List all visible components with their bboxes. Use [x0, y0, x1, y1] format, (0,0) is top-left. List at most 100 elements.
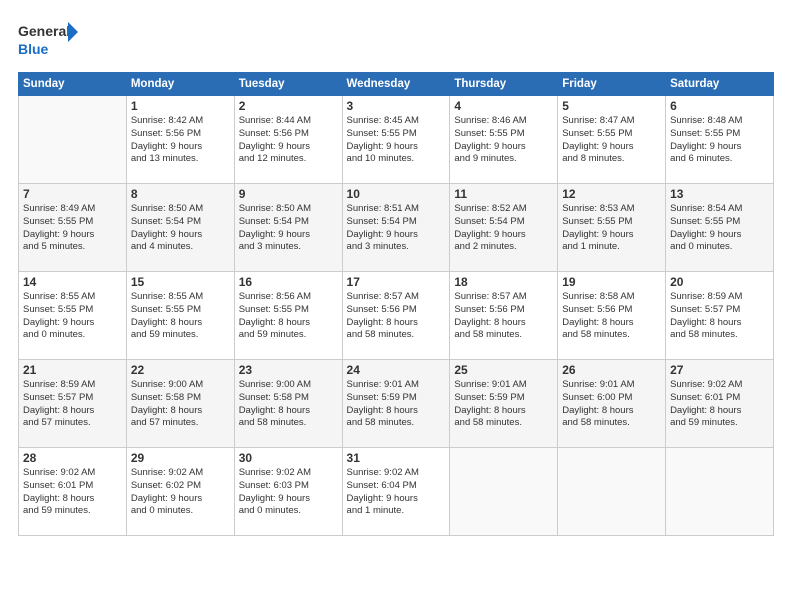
calendar-cell: 9 Sunrise: 8:50 AM Sunset: 5:54 PM Daylig…: [234, 184, 342, 272]
day-info: Sunrise: 9:01 AM Sunset: 6:00 PM Dayligh…: [562, 379, 661, 430]
day-info: Sunrise: 8:53 AM Sunset: 5:55 PM Dayligh…: [562, 203, 661, 254]
calendar-cell: 26 Sunrise: 9:01 AM Sunset: 6:00 PM Dayli…: [558, 360, 666, 448]
day-info: Sunrise: 8:58 AM Sunset: 5:56 PM Dayligh…: [562, 291, 661, 342]
day-info: Sunrise: 8:59 AM Sunset: 5:57 PM Dayligh…: [23, 379, 122, 430]
calendar-cell: 31 Sunrise: 9:02 AM Sunset: 6:04 PM Dayli…: [342, 448, 450, 536]
calendar-cell: 15 Sunrise: 8:55 AM Sunset: 5:55 PM Dayli…: [126, 272, 234, 360]
day-info: Sunrise: 8:52 AM Sunset: 5:54 PM Dayligh…: [454, 203, 553, 254]
day-info: Sunrise: 9:02 AM Sunset: 6:01 PM Dayligh…: [23, 467, 122, 518]
calendar-cell: 12 Sunrise: 8:53 AM Sunset: 5:55 PM Dayli…: [558, 184, 666, 272]
weekday-header: Wednesday: [342, 73, 450, 96]
day-number: 15: [131, 275, 230, 289]
day-number: 28: [23, 451, 122, 465]
day-info: Sunrise: 9:01 AM Sunset: 5:59 PM Dayligh…: [454, 379, 553, 430]
calendar-week-row: 7 Sunrise: 8:49 AM Sunset: 5:55 PM Daylig…: [19, 184, 774, 272]
day-number: 27: [670, 363, 769, 377]
day-info: Sunrise: 9:02 AM Sunset: 6:02 PM Dayligh…: [131, 467, 230, 518]
day-info: Sunrise: 8:51 AM Sunset: 5:54 PM Dayligh…: [347, 203, 446, 254]
calendar-cell: 7 Sunrise: 8:49 AM Sunset: 5:55 PM Daylig…: [19, 184, 127, 272]
day-number: 20: [670, 275, 769, 289]
day-number: 25: [454, 363, 553, 377]
day-info: Sunrise: 8:55 AM Sunset: 5:55 PM Dayligh…: [131, 291, 230, 342]
day-info: Sunrise: 8:57 AM Sunset: 5:56 PM Dayligh…: [347, 291, 446, 342]
logo-svg: General Blue: [18, 18, 78, 62]
day-number: 12: [562, 187, 661, 201]
calendar-cell: 28 Sunrise: 9:02 AM Sunset: 6:01 PM Dayli…: [19, 448, 127, 536]
day-info: Sunrise: 8:54 AM Sunset: 5:55 PM Dayligh…: [670, 203, 769, 254]
day-info: Sunrise: 8:50 AM Sunset: 5:54 PM Dayligh…: [239, 203, 338, 254]
day-number: 13: [670, 187, 769, 201]
day-info: Sunrise: 8:55 AM Sunset: 5:55 PM Dayligh…: [23, 291, 122, 342]
calendar-cell: [19, 96, 127, 184]
day-info: Sunrise: 8:44 AM Sunset: 5:56 PM Dayligh…: [239, 115, 338, 166]
calendar-cell: 6Sunrise: 8:48 AM Sunset: 5:55 PM Daylig…: [666, 96, 774, 184]
calendar-cell: 25 Sunrise: 9:01 AM Sunset: 5:59 PM Dayli…: [450, 360, 558, 448]
day-number: 4: [454, 99, 553, 113]
day-info: Sunrise: 8:46 AM Sunset: 5:55 PM Dayligh…: [454, 115, 553, 166]
weekday-header: Friday: [558, 73, 666, 96]
day-info: Sunrise: 8:56 AM Sunset: 5:55 PM Dayligh…: [239, 291, 338, 342]
weekday-header: Thursday: [450, 73, 558, 96]
day-number: 17: [347, 275, 446, 289]
calendar-week-row: 21 Sunrise: 8:59 AM Sunset: 5:57 PM Dayli…: [19, 360, 774, 448]
day-info: Sunrise: 9:02 AM Sunset: 6:04 PM Dayligh…: [347, 467, 446, 518]
day-number: 14: [23, 275, 122, 289]
day-info: Sunrise: 8:50 AM Sunset: 5:54 PM Dayligh…: [131, 203, 230, 254]
calendar-cell: 22 Sunrise: 9:00 AM Sunset: 5:58 PM Dayli…: [126, 360, 234, 448]
logo: General Blue: [18, 18, 78, 62]
day-number: 31: [347, 451, 446, 465]
calendar-week-row: 1Sunrise: 8:42 AM Sunset: 5:56 PM Daylig…: [19, 96, 774, 184]
calendar-cell: 11Sunrise: 8:52 AM Sunset: 5:54 PM Dayli…: [450, 184, 558, 272]
calendar-cell: 21 Sunrise: 8:59 AM Sunset: 5:57 PM Dayli…: [19, 360, 127, 448]
day-number: 9: [239, 187, 338, 201]
day-info: Sunrise: 8:47 AM Sunset: 5:55 PM Dayligh…: [562, 115, 661, 166]
day-info: Sunrise: 9:00 AM Sunset: 5:58 PM Dayligh…: [239, 379, 338, 430]
calendar-cell: 14 Sunrise: 8:55 AM Sunset: 5:55 PM Dayli…: [19, 272, 127, 360]
calendar-week-row: 28 Sunrise: 9:02 AM Sunset: 6:01 PM Dayli…: [19, 448, 774, 536]
calendar-cell: 16 Sunrise: 8:56 AM Sunset: 5:55 PM Dayli…: [234, 272, 342, 360]
day-number: 18: [454, 275, 553, 289]
day-info: Sunrise: 8:49 AM Sunset: 5:55 PM Dayligh…: [23, 203, 122, 254]
calendar-table: SundayMondayTuesdayWednesdayThursdayFrid…: [18, 72, 774, 536]
calendar-cell: 3 Sunrise: 8:45 AM Sunset: 5:55 PM Daylig…: [342, 96, 450, 184]
day-number: 22: [131, 363, 230, 377]
day-number: 16: [239, 275, 338, 289]
calendar-cell: 29Sunrise: 9:02 AM Sunset: 6:02 PM Dayli…: [126, 448, 234, 536]
day-number: 10: [347, 187, 446, 201]
day-number: 26: [562, 363, 661, 377]
calendar-cell: 19 Sunrise: 8:58 AM Sunset: 5:56 PM Dayli…: [558, 272, 666, 360]
day-info: Sunrise: 9:02 AM Sunset: 6:03 PM Dayligh…: [239, 467, 338, 518]
day-info: Sunrise: 8:45 AM Sunset: 5:55 PM Dayligh…: [347, 115, 446, 166]
calendar-cell: 30 Sunrise: 9:02 AM Sunset: 6:03 PM Dayli…: [234, 448, 342, 536]
calendar-cell: 4 Sunrise: 8:46 AM Sunset: 5:55 PM Daylig…: [450, 96, 558, 184]
weekday-header: Saturday: [666, 73, 774, 96]
day-number: 21: [23, 363, 122, 377]
day-number: 19: [562, 275, 661, 289]
calendar-cell: 13 Sunrise: 8:54 AM Sunset: 5:55 PM Dayli…: [666, 184, 774, 272]
calendar-cell: 18 Sunrise: 8:57 AM Sunset: 5:56 PM Dayli…: [450, 272, 558, 360]
day-number: 2: [239, 99, 338, 113]
svg-text:General: General: [18, 23, 70, 39]
day-info: Sunrise: 8:57 AM Sunset: 5:56 PM Dayligh…: [454, 291, 553, 342]
day-number: 7: [23, 187, 122, 201]
day-info: Sunrise: 9:00 AM Sunset: 5:58 PM Dayligh…: [131, 379, 230, 430]
calendar-cell: 20Sunrise: 8:59 AM Sunset: 5:57 PM Dayli…: [666, 272, 774, 360]
calendar-cell: 24 Sunrise: 9:01 AM Sunset: 5:59 PM Dayli…: [342, 360, 450, 448]
weekday-header: Monday: [126, 73, 234, 96]
day-number: 5: [562, 99, 661, 113]
day-number: 30: [239, 451, 338, 465]
calendar-cell: 27 Sunrise: 9:02 AM Sunset: 6:01 PM Dayli…: [666, 360, 774, 448]
day-info: Sunrise: 9:02 AM Sunset: 6:01 PM Dayligh…: [670, 379, 769, 430]
day-number: 24: [347, 363, 446, 377]
svg-text:Blue: Blue: [18, 41, 49, 57]
day-number: 8: [131, 187, 230, 201]
calendar-cell: 10 Sunrise: 8:51 AM Sunset: 5:54 PM Dayli…: [342, 184, 450, 272]
day-info: Sunrise: 8:48 AM Sunset: 5:55 PM Dayligh…: [670, 115, 769, 166]
day-number: 3: [347, 99, 446, 113]
calendar-cell: 1Sunrise: 8:42 AM Sunset: 5:56 PM Daylig…: [126, 96, 234, 184]
day-number: 23: [239, 363, 338, 377]
day-number: 1: [131, 99, 230, 113]
day-info: Sunrise: 9:01 AM Sunset: 5:59 PM Dayligh…: [347, 379, 446, 430]
weekday-header: Sunday: [19, 73, 127, 96]
calendar-week-row: 14 Sunrise: 8:55 AM Sunset: 5:55 PM Dayli…: [19, 272, 774, 360]
